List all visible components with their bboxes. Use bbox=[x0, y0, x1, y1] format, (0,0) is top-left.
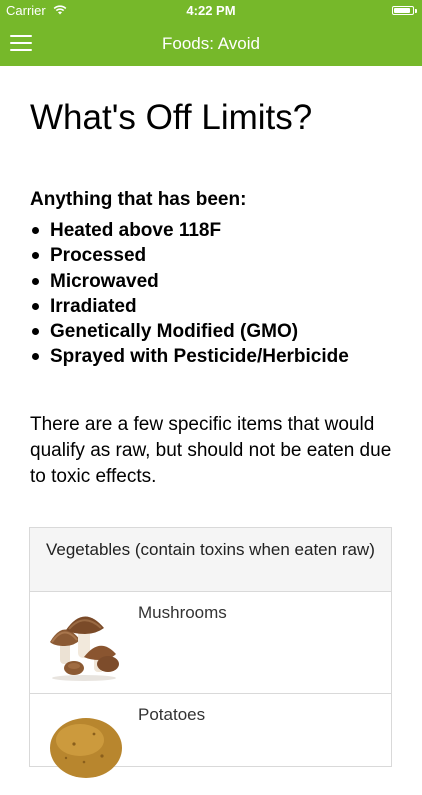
nav-title: Foods: Avoid bbox=[162, 34, 260, 53]
battery-tip bbox=[415, 9, 417, 13]
intro-paragraph: There are a few specific items that woul… bbox=[30, 413, 392, 487]
app-header: Carrier 4:22 PM Foods: Avoid bbox=[0, 0, 422, 66]
status-time: 4:22 PM bbox=[186, 3, 236, 18]
main-content: What's Off Limits? Anything that has bee… bbox=[30, 66, 394, 490]
status-bar: Carrier 4:22 PM bbox=[0, 0, 422, 22]
vegetables-card: Vegetables (contain toxins when eaten ra… bbox=[29, 527, 392, 778]
battery-icon bbox=[392, 6, 414, 15]
criteria-heading: Anything that has been: bbox=[30, 189, 247, 210]
criteria-list: Heated above 118F Processed Microwaved I… bbox=[30, 218, 394, 370]
list-item-label: Heated above 118F bbox=[50, 220, 222, 241]
list-item: Heated above 118F bbox=[30, 218, 394, 243]
list-item-label: Microwaved bbox=[50, 270, 159, 292]
vegetable-name: Mushrooms bbox=[138, 603, 227, 622]
bullet-icon bbox=[32, 302, 39, 310]
list-item-label: Irradiated bbox=[50, 295, 137, 317]
list-item-label: Sprayed with Pesticide/Herbicide bbox=[50, 346, 349, 368]
potato-image bbox=[50, 718, 122, 778]
bullet-icon bbox=[32, 277, 39, 285]
bullet-icon bbox=[32, 328, 39, 336]
list-item-label: Processed bbox=[50, 245, 147, 267]
battery-level bbox=[394, 8, 410, 13]
vegetable-name: Potatoes bbox=[138, 705, 206, 724]
list-item-label: Genetically Modified (GMO) bbox=[50, 321, 299, 343]
vegetable-row-potatoes[interactable]: Potatoes bbox=[30, 694, 391, 795]
bullet-icon bbox=[32, 227, 39, 234]
vegetables-card-header: Vegetables (contain toxins when eaten ra… bbox=[30, 528, 391, 592]
list-item: Microwaved bbox=[30, 269, 394, 294]
bullet-icon bbox=[32, 252, 39, 260]
list-item: Irradiated bbox=[30, 294, 394, 319]
bullet-icon bbox=[32, 353, 39, 361]
vegetable-row-mushrooms[interactable]: Mushrooms bbox=[30, 592, 391, 694]
list-item: Genetically Modified (GMO) bbox=[30, 319, 394, 344]
page-title: What's Off Limits? bbox=[30, 98, 313, 137]
mushrooms-image bbox=[50, 616, 119, 681]
list-item: Sprayed with Pesticide/Herbicide bbox=[30, 344, 394, 369]
list-item: Processed bbox=[30, 243, 394, 268]
